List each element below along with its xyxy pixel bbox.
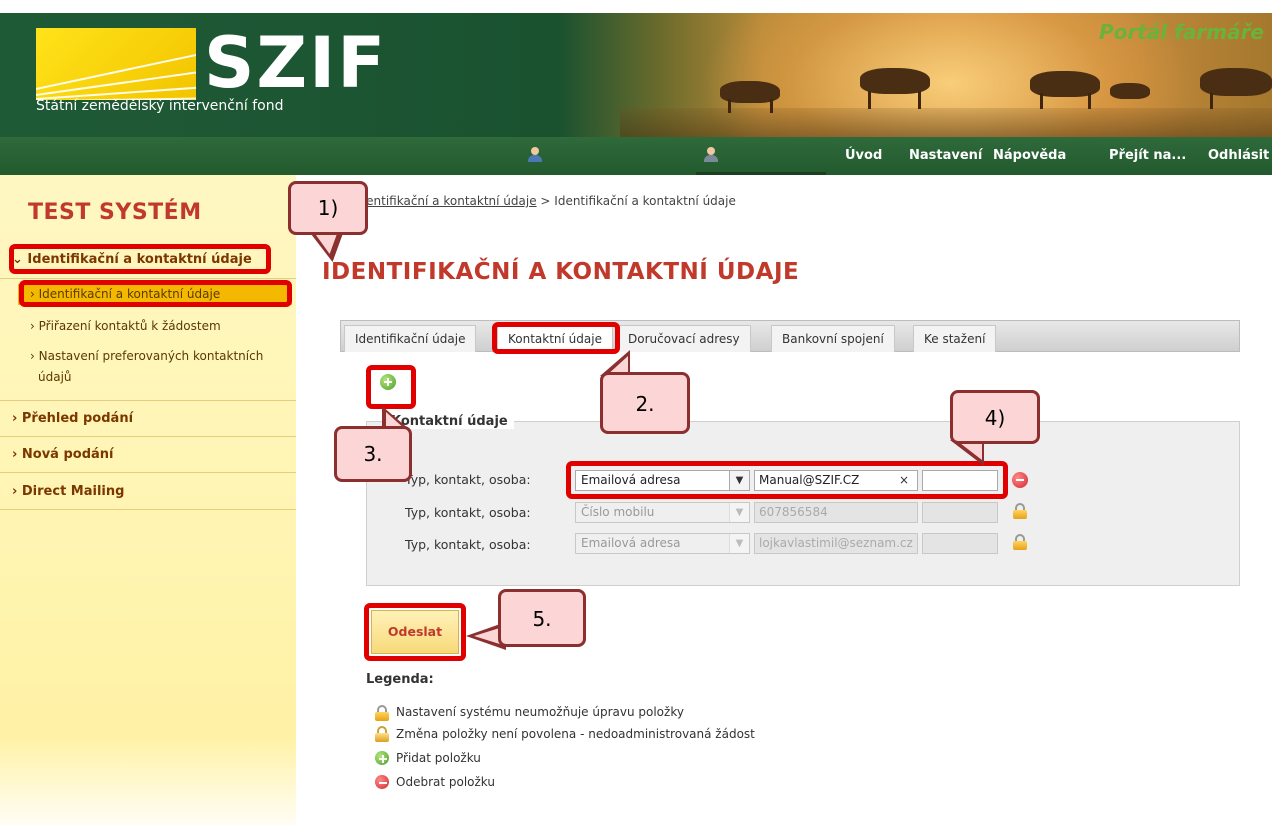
contact-person-input bbox=[922, 533, 998, 554]
remove-item-icon[interactable] bbox=[1012, 472, 1028, 488]
legend-title: Legenda: bbox=[366, 672, 434, 687]
nav-odhlasit[interactable]: Odhlásit bbox=[1208, 148, 1269, 163]
szif-logo-icon bbox=[36, 28, 196, 100]
legend-item: Odebrat položku bbox=[396, 775, 495, 789]
callout-2: 2. bbox=[600, 372, 690, 434]
lock-icon bbox=[1012, 503, 1028, 519]
user-icon[interactable] bbox=[704, 147, 718, 163]
tab-ke-stazeni[interactable]: Ke stažení bbox=[913, 325, 997, 352]
contact-type-select: Číslo mobilu ▼ bbox=[575, 502, 750, 523]
tab-bankovni-spojeni[interactable]: Bankovní spojení bbox=[771, 325, 895, 352]
nav-napoveda[interactable]: Nápověda bbox=[993, 148, 1066, 163]
nav-prejit-na[interactable]: Přejít na... bbox=[1109, 148, 1186, 163]
site-header: SZIF Státní zemědělský intervenční fond … bbox=[0, 0, 1272, 175]
tab-identifikacni-udaje[interactable]: Identifikační údaje bbox=[344, 325, 477, 352]
breadcrumb: Identifikační a kontaktní údaje > Identi… bbox=[355, 194, 736, 208]
chevron-right-icon: › bbox=[12, 447, 22, 462]
top-navigation: Úvod Nastavení Nápověda Přejít na... Odh… bbox=[0, 137, 1272, 175]
row-label: Typ, kontakt, osoba: bbox=[405, 537, 531, 552]
nav-nastaveni[interactable]: Nastavení bbox=[909, 148, 982, 163]
legend-item: Nastavení systému neumožňuje úpravu polo… bbox=[396, 705, 684, 719]
callout-3: 3. bbox=[334, 426, 412, 482]
row-label: Typ, kontakt, osoba: bbox=[405, 472, 531, 487]
sidebar-item-direct-mailing[interactable]: › Direct Mailing bbox=[12, 484, 124, 499]
portal-title: Portál farmáře bbox=[1099, 20, 1264, 44]
remove-item-icon bbox=[375, 775, 389, 789]
sidebar-item-nova-podani[interactable]: › Nová podání bbox=[12, 447, 114, 462]
logo-subtitle: Státní zemědělský intervenční fond bbox=[36, 98, 284, 114]
highlight-box bbox=[566, 461, 1008, 499]
chevron-right-icon: › bbox=[12, 484, 22, 499]
breadcrumb-current: Identifikační a kontaktní údaje bbox=[554, 194, 736, 208]
system-title: TEST SYSTÉM bbox=[28, 200, 202, 225]
callout-5: 5. bbox=[498, 589, 586, 647]
lock-icon bbox=[1012, 534, 1028, 550]
row-label: Typ, kontakt, osoba: bbox=[405, 505, 531, 520]
logo-text: SZIF bbox=[204, 22, 388, 104]
sidebar-subitem-preferovane-kontakty[interactable]: › Nastavení preferovaných kontaktních bbox=[30, 349, 263, 363]
add-item-icon bbox=[375, 751, 389, 765]
legend-item: Změna položky není povolena - nedoadmini… bbox=[396, 727, 755, 741]
sidebar-item-prehled-podani[interactable]: › Přehled podání bbox=[12, 411, 133, 426]
sidebar-subitem-prirazeni-kontaktu[interactable]: › Přiřazení kontaktů k žádostem bbox=[30, 319, 221, 333]
contact-person-input bbox=[922, 502, 998, 523]
callout-4: 4) bbox=[950, 390, 1040, 444]
highlight-box bbox=[366, 365, 416, 409]
highlight-box bbox=[9, 244, 271, 274]
tab-dorucovaci-adresy[interactable]: Doručovací adresy bbox=[617, 325, 751, 352]
chevron-right-icon: › bbox=[30, 349, 39, 363]
callout-1: 1) bbox=[288, 181, 368, 235]
contact-value-input: lojkavlastimil@seznam.cz bbox=[754, 533, 918, 554]
user-icon[interactable] bbox=[528, 147, 542, 163]
breadcrumb-link[interactable]: Identifikační a kontaktní údaje bbox=[355, 194, 537, 208]
contact-type-select: Emailová adresa ▼ bbox=[575, 533, 750, 554]
legend-item: Přidat položku bbox=[396, 751, 481, 765]
nav-uvod[interactable]: Úvod bbox=[845, 148, 882, 163]
tab-bar: Identifikační údaje Kontaktní údaje Doru… bbox=[340, 320, 1240, 352]
lock-icon bbox=[374, 705, 390, 721]
lock-icon bbox=[374, 726, 390, 742]
highlight-box bbox=[19, 280, 292, 307]
highlight-box bbox=[364, 603, 466, 661]
page-title: IDENTIFIKAČNÍ A KONTAKTNÍ ÚDAJE bbox=[322, 259, 800, 285]
sidebar-subitem-preferovane-kontakty-cont[interactable]: údajů bbox=[38, 370, 72, 384]
chevron-right-icon: › bbox=[30, 319, 39, 333]
chevron-down-icon: ▼ bbox=[729, 534, 749, 553]
chevron-right-icon: › bbox=[12, 411, 22, 426]
contact-value-input: 607856584 bbox=[754, 502, 918, 523]
chevron-down-icon: ▼ bbox=[729, 503, 749, 522]
